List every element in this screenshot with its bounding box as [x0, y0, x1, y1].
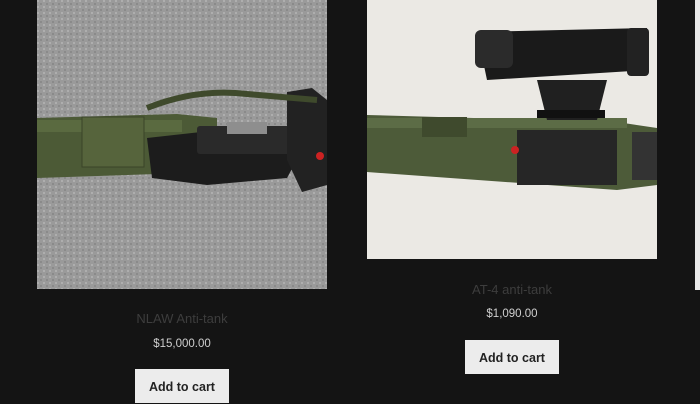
product-title[interactable]: NLAW Anti-tank [37, 311, 327, 326]
product-card-nlaw: NLAW Anti-tank $15,000.00 Add to cart [37, 0, 327, 403]
next-product-image-edge [695, 0, 700, 290]
add-to-cart-button[interactable]: Add to cart [135, 369, 229, 403]
add-to-cart-button[interactable]: Add to cart [465, 340, 559, 374]
product-card-at4: AT-4 anti-tank $1,090.00 Add to cart [367, 0, 657, 394]
product-image-at4[interactable] [367, 0, 657, 259]
nlaw-launcher-image [37, 0, 327, 289]
product-price: $15,000.00 [153, 338, 211, 350]
at4-launcher-image [367, 0, 657, 259]
product-price: $1,090.00 [486, 308, 538, 320]
product-title[interactable]: AT-4 anti-tank [367, 282, 657, 297]
product-image-nlaw[interactable] [37, 0, 327, 289]
